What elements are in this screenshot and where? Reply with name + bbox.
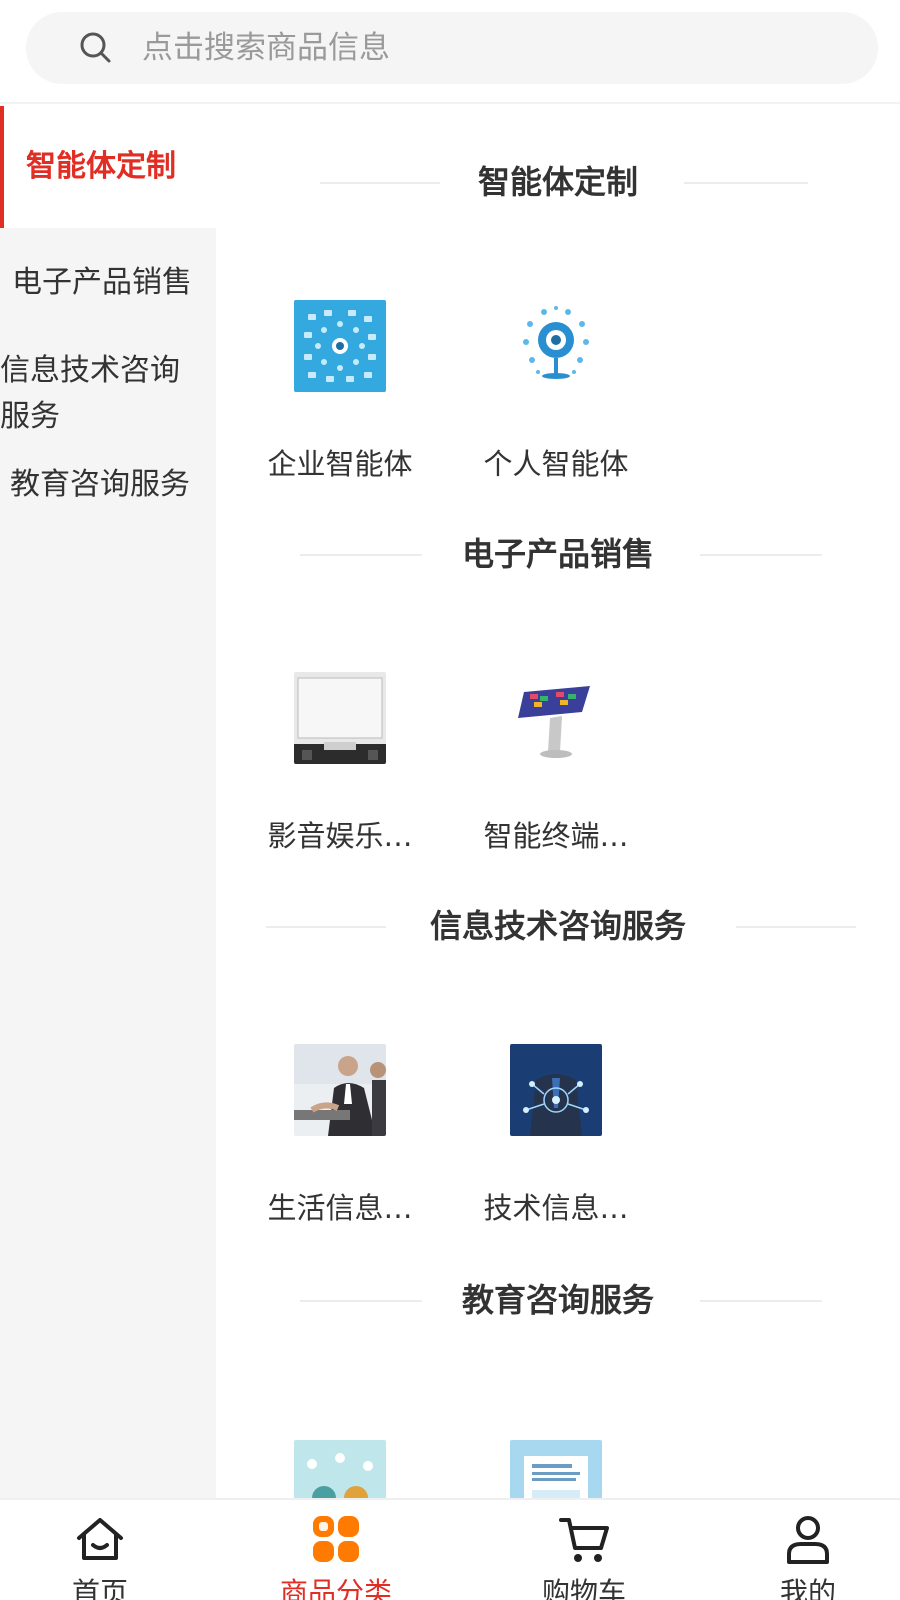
sidebar-item-label: 智能体定制 — [26, 149, 176, 184]
product-name: 生活信息… — [267, 1191, 413, 1225]
tab-label: 商品分类 — [279, 1576, 392, 1600]
tab-category[interactable]: 商品分类 — [266, 1512, 406, 1600]
product-item[interactable]: 智能终端… — [466, 672, 646, 856]
category-icon — [313, 1516, 359, 1562]
divider — [684, 182, 808, 184]
av-entertainment-image — [294, 672, 386, 764]
product-item[interactable]: 生活信息… — [250, 1044, 430, 1228]
search-header — [0, 0, 900, 104]
sidebar-item-label: 教育咨询服务 — [10, 467, 190, 502]
enterprise-agent-image — [294, 300, 386, 392]
education-image — [294, 1440, 386, 1498]
sidebar-item-it-consulting[interactable]: 信息技术咨询服务 — [0, 320, 200, 456]
sidebar-item-label: 电子产品销售 — [12, 265, 192, 300]
product-item[interactable] — [250, 1440, 430, 1498]
product-name: 影音娱乐… — [267, 819, 413, 853]
product-item[interactable]: 技术信息… — [466, 1044, 646, 1228]
tech-info-image — [510, 1044, 602, 1136]
search-icon — [80, 32, 111, 63]
tab-label: 我的 — [779, 1576, 836, 1600]
category-sidebar: 智能体定制 电子产品销售 信息技术咨询服务 教育咨询服务 — [0, 106, 216, 1498]
smart-terminal-image — [510, 672, 602, 764]
divider — [700, 1300, 822, 1302]
product-name: 技术信息… — [483, 1191, 629, 1225]
product-name: 企业智能体 — [267, 447, 413, 481]
product-name: 个人智能体 — [483, 447, 629, 481]
sidebar-item-education-consulting[interactable]: 教育咨询服务 — [0, 456, 216, 548]
sidebar-item-agent-customization[interactable]: 智能体定制 — [0, 106, 216, 228]
product-item[interactable] — [466, 1440, 646, 1498]
user-icon — [787, 1516, 829, 1564]
category-content: 智能体定制 企业智能体 个人智能体 电子产品销售 影音娱乐… 智能终端… 信息技… — [216, 106, 900, 1498]
personal-agent-image — [510, 300, 602, 392]
tab-profile[interactable]: 我的 — [738, 1512, 878, 1600]
bottom-tab-bar: 首页 商品分类 购物车 我的 — [0, 1498, 900, 1600]
product-name: 智能终端… — [483, 819, 629, 853]
product-item[interactable]: 企业智能体 — [250, 300, 430, 484]
tab-home[interactable]: 首页 — [30, 1512, 170, 1600]
sidebar-item-electronics-sales[interactable]: 电子产品销售 — [0, 228, 216, 320]
divider — [736, 926, 856, 928]
product-item[interactable]: 影音娱乐… — [250, 672, 430, 856]
education-document-image — [510, 1440, 602, 1498]
tab-label: 购物车 — [541, 1576, 626, 1600]
tab-cart[interactable]: 购物车 — [514, 1512, 654, 1600]
sidebar-item-label: 信息技术咨询服务 — [0, 353, 180, 434]
product-item[interactable]: 个人智能体 — [466, 300, 646, 484]
search-bar[interactable] — [26, 12, 878, 84]
life-info-image — [294, 1044, 386, 1136]
search-input[interactable] — [142, 30, 822, 66]
tab-label: 首页 — [71, 1576, 128, 1600]
cart-icon — [559, 1518, 609, 1562]
divider — [700, 554, 822, 556]
home-icon — [77, 1518, 123, 1560]
